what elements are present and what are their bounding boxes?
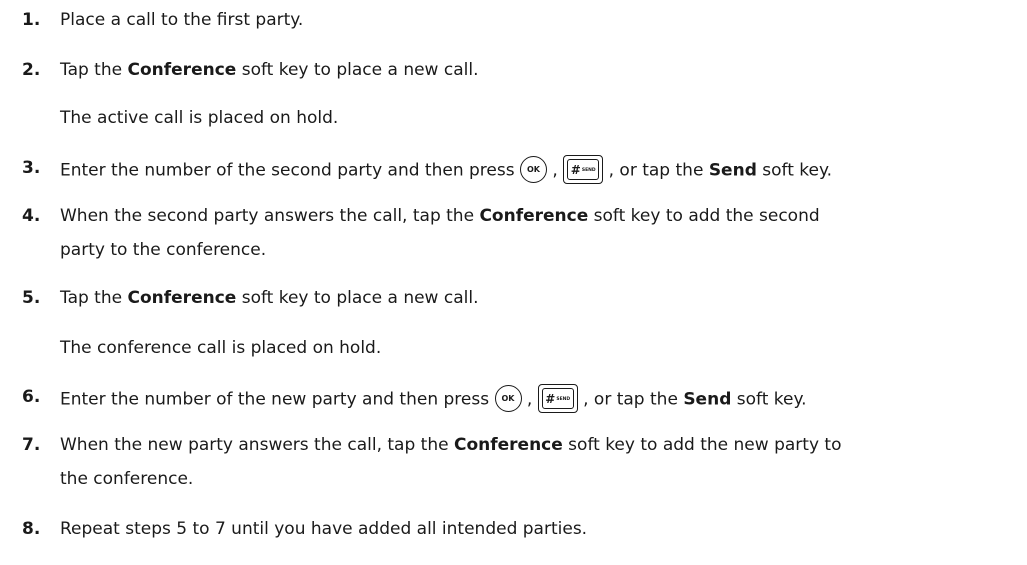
step-text: When the second party answers the call, … — [60, 206, 820, 226]
soft-key-name: Send — [708, 160, 757, 181]
step-number: 4. — [22, 206, 41, 226]
send-key-icon: # SEND — [563, 155, 604, 184]
soft-key-name: Conference — [453, 435, 563, 455]
step-text-continued: party to the conference. — [60, 240, 267, 260]
step-note: The conference call is placed on hold. — [60, 338, 382, 358]
step-text: Repeat steps 5 to 7 until you have added… — [60, 519, 588, 539]
step-number: 5. — [22, 288, 41, 308]
step-text-continued: the conference. — [60, 469, 194, 489]
soft-key-name: Send — [683, 389, 732, 410]
soft-key-name: Conference — [479, 206, 589, 226]
soft-key-name: Conference — [127, 288, 237, 308]
ok-key-icon: OK — [494, 385, 522, 412]
step-text: When the new party answers the call, tap… — [60, 435, 842, 455]
step-number: 1. — [22, 10, 41, 30]
step-text: Tap the Conference soft key to place a n… — [60, 60, 479, 80]
step-number: 8. — [22, 519, 41, 539]
step-note: The active call is placed on hold. — [60, 108, 339, 128]
step-text: Enter the number of the second party and… — [60, 155, 832, 185]
ok-key-icon: OK — [520, 156, 547, 183]
soft-key-name: Conference — [127, 60, 237, 80]
step-number: 3. — [22, 158, 41, 178]
step-number: 2. — [22, 60, 41, 80]
send-key-icon: # SEND — [537, 384, 578, 413]
step-number: 7. — [22, 435, 41, 455]
step-text: Place a call to the first party. — [60, 10, 304, 30]
step-text: Enter the number of the new party and th… — [60, 384, 807, 414]
step-number: 6. — [22, 387, 41, 407]
step-text: Tap the Conference soft key to place a n… — [60, 288, 479, 308]
